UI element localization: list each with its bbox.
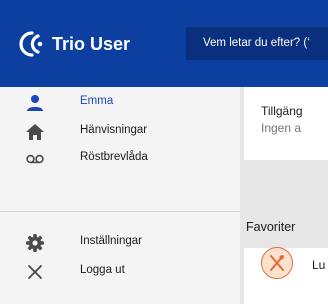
sidebar-item-hanvisningar[interactable]: Hänvisningar bbox=[0, 118, 240, 146]
voicemail-icon bbox=[26, 154, 44, 164]
sidebar-item-emma[interactable]: Emma bbox=[0, 89, 240, 117]
search-field[interactable]: Vem letar du efter? (‘ bbox=[186, 27, 328, 60]
favorite-label[interactable]: Lu bbox=[312, 258, 325, 272]
main-content: Tillgäng Ingen a Favoriter Lu bbox=[240, 87, 328, 304]
person-icon bbox=[27, 95, 43, 111]
availability-title: Tillgäng bbox=[261, 104, 303, 118]
sidebar-item-label: Logga ut bbox=[80, 264, 125, 276]
sidebar-item-label: Inställningar bbox=[80, 235, 143, 247]
sidebar-item-label: Röstbrevlåda bbox=[80, 151, 148, 163]
sidebar-item-rostbrevlada[interactable]: Röstbrevlåda bbox=[0, 145, 240, 173]
search-placeholder: Vem letar du efter? (‘ bbox=[203, 37, 310, 49]
gear-icon bbox=[26, 234, 44, 252]
sidebar: Emma Hänvisningar Röstbrevlåda Inställni… bbox=[0, 87, 240, 304]
favorite-avatar[interactable] bbox=[261, 247, 293, 279]
trio-logo-icon bbox=[19, 31, 43, 57]
home-icon bbox=[26, 124, 44, 140]
utensils-icon bbox=[270, 255, 284, 271]
close-icon bbox=[28, 265, 42, 279]
sidebar-item-label: Emma bbox=[80, 95, 114, 107]
availability-card[interactable]: Tillgäng Ingen a bbox=[244, 87, 328, 160]
favorites-heading: Favoriter bbox=[246, 220, 296, 234]
sidebar-divider bbox=[0, 211, 240, 212]
sidebar-item-installningar[interactable]: Inställningar bbox=[0, 229, 240, 257]
sidebar-item-label: Hänvisningar bbox=[80, 124, 148, 136]
top-bar: Trio User Vem letar du efter? (‘ bbox=[0, 0, 328, 87]
app-title: Trio User bbox=[52, 34, 131, 54]
availability-subtitle: Ingen a bbox=[261, 121, 302, 135]
sidebar-item-logga-ut[interactable]: Logga ut bbox=[0, 258, 240, 286]
